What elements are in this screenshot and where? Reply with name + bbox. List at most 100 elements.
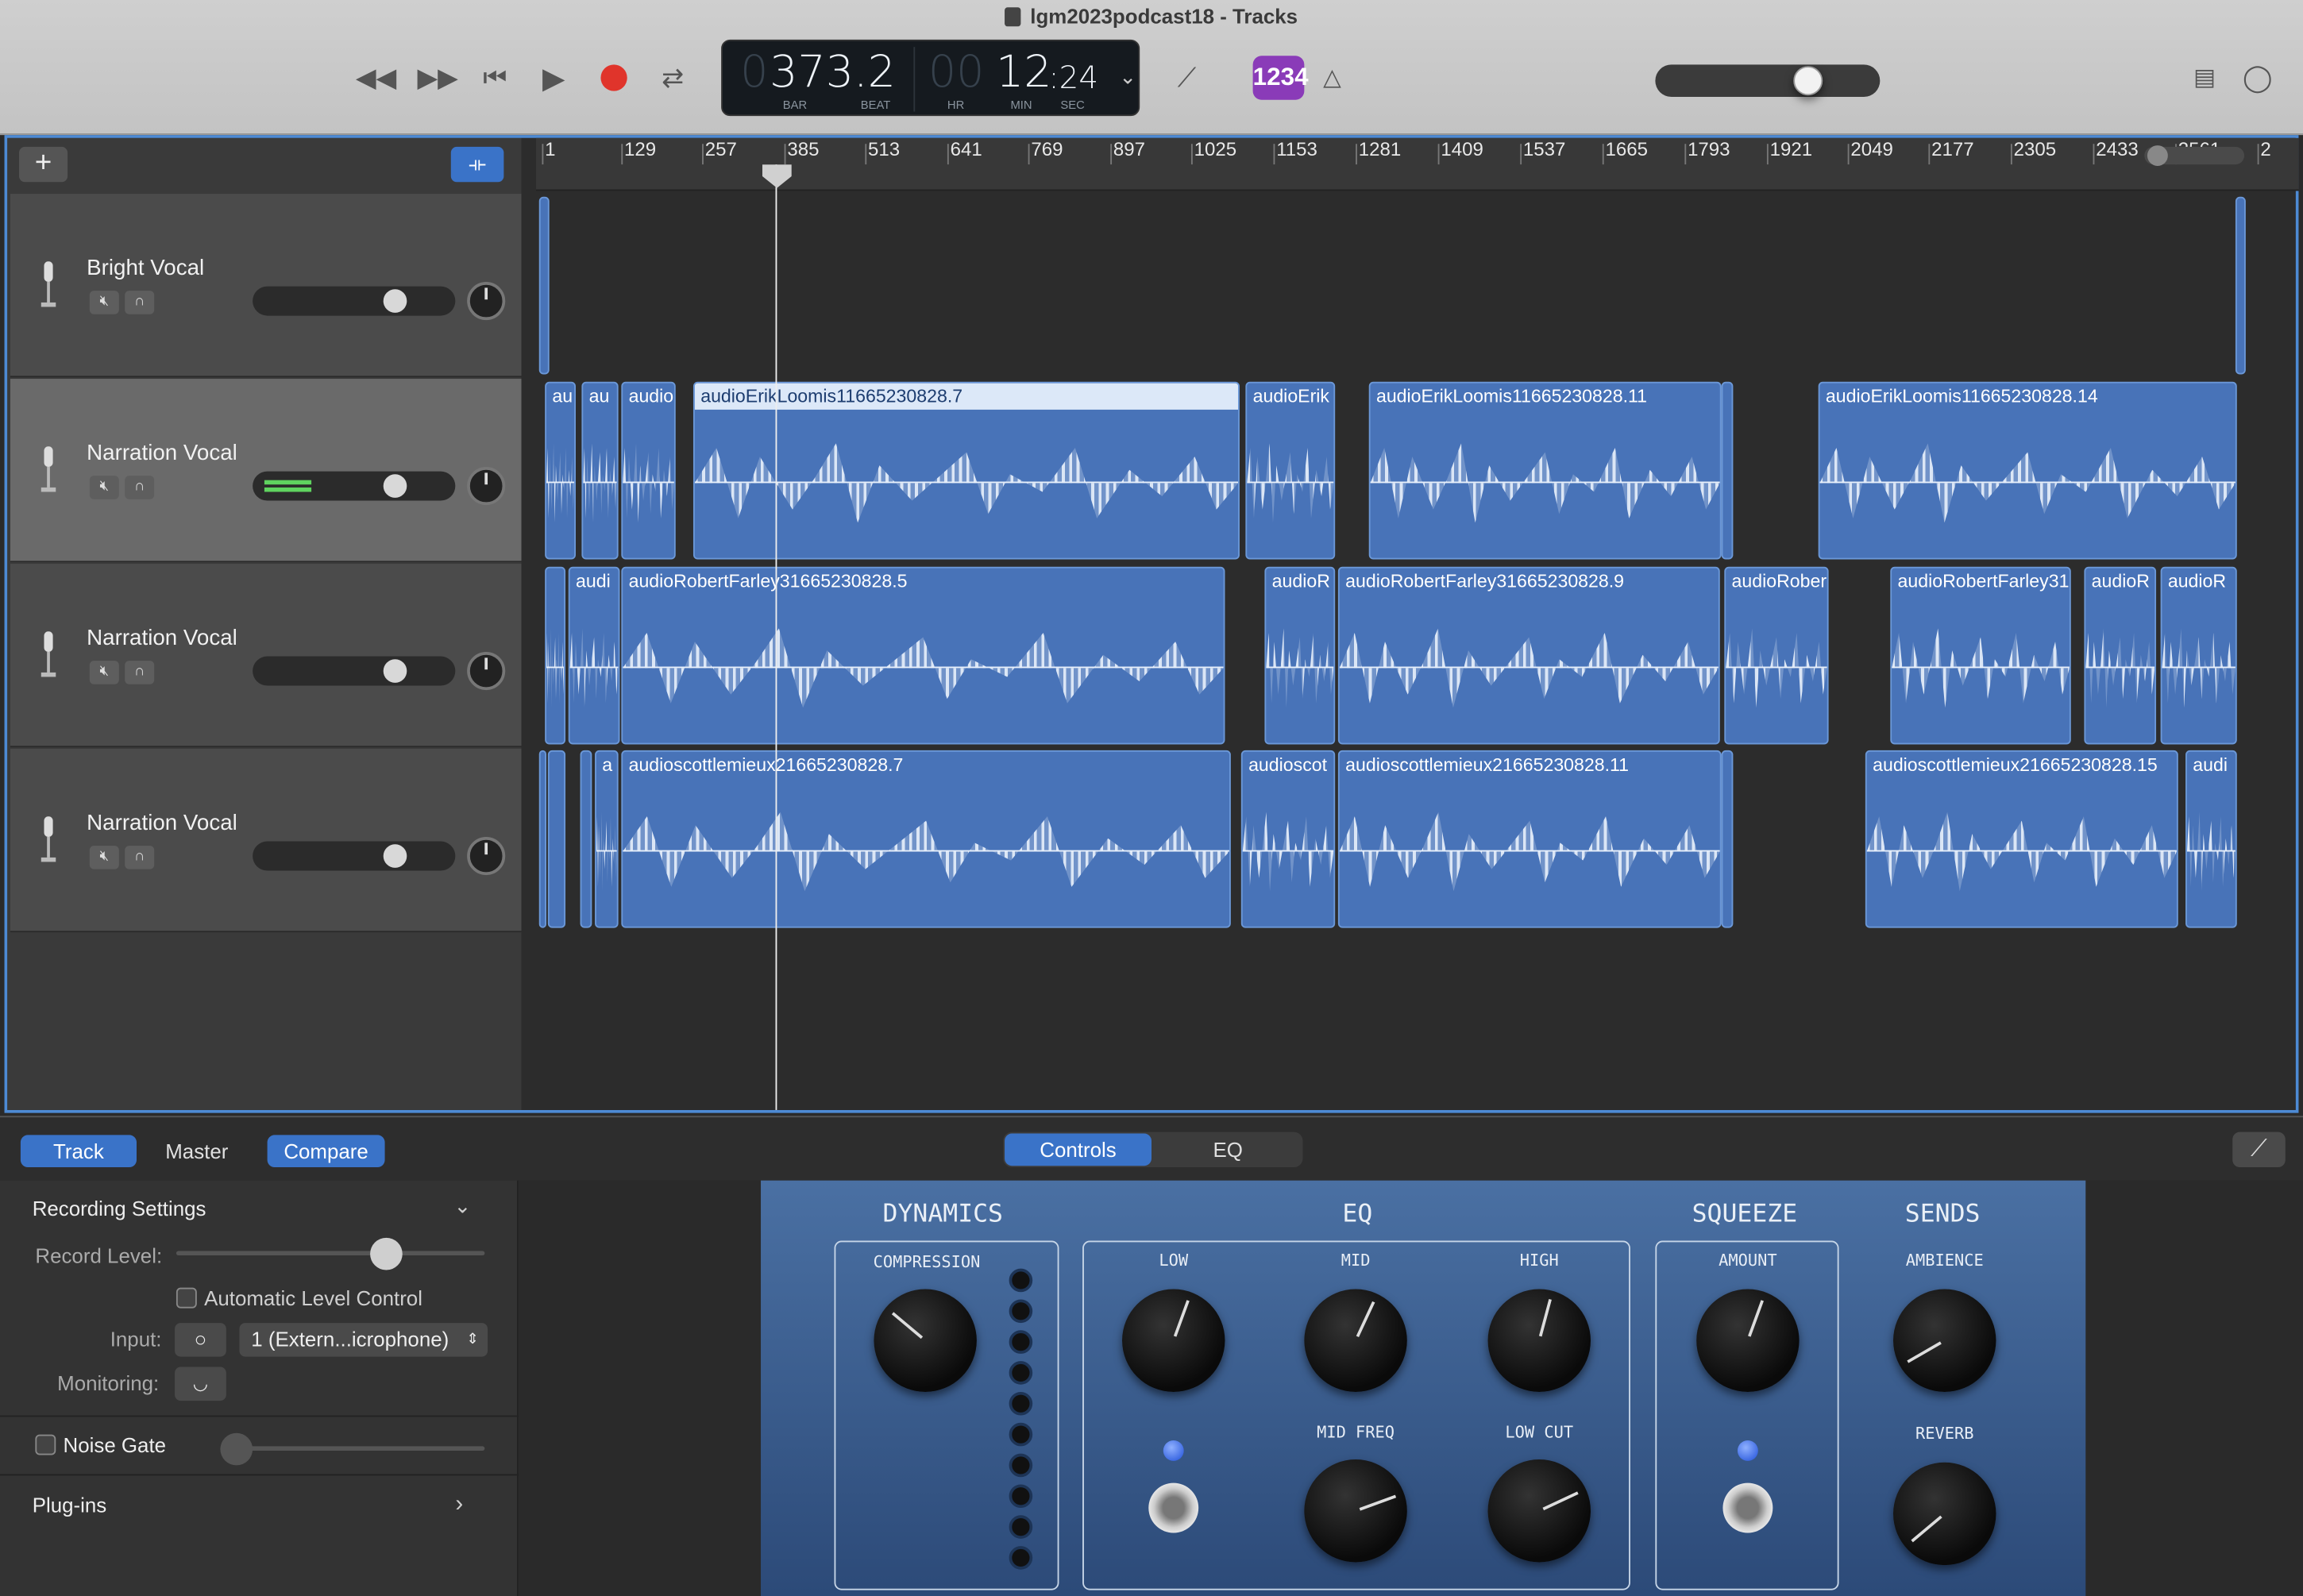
- track-name[interactable]: Narration Vocal: [87, 811, 237, 835]
- mute-button[interactable]: 🔇︎: [89, 291, 119, 314]
- audio-region[interactable]: audioRobertFarley31: [1890, 566, 2071, 745]
- record-level-knob[interactable]: [370, 1237, 403, 1270]
- chevron-down-icon[interactable]: ⌄: [453, 1193, 471, 1218]
- audio-region[interactable]: au: [581, 381, 619, 560]
- low-cut-knob[interactable]: [1487, 1459, 1591, 1563]
- volume-knob[interactable]: [383, 844, 407, 868]
- noise-gate-checkbox[interactable]: [35, 1434, 56, 1455]
- mute-button[interactable]: 🔇︎: [89, 661, 119, 684]
- eq-mid-knob[interactable]: [1304, 1289, 1407, 1392]
- audio-region[interactable]: audioscottlemieux21665230828.7: [621, 750, 1231, 928]
- recording-settings-header[interactable]: Recording Settings: [33, 1197, 206, 1220]
- audio-region[interactable]: audioRobertFarley31665230828.5: [621, 566, 1225, 745]
- mute-button[interactable]: 🔇︎: [89, 846, 119, 869]
- audio-region[interactable]: audioR: [2160, 566, 2237, 745]
- tab-master[interactable]: Master: [140, 1135, 254, 1167]
- smart-tempo-icon[interactable]: ⟛: [450, 146, 504, 183]
- headphones-solo-button[interactable]: ∩: [125, 661, 155, 684]
- track-header-1[interactable]: Bright Vocal 🔇︎ ∩: [10, 194, 522, 378]
- track-header-2[interactable]: Narration Vocal 🔇︎ ∩: [10, 379, 522, 563]
- track-volume-slider[interactable]: [253, 286, 456, 316]
- track-volume-slider[interactable]: [253, 656, 456, 686]
- audio-region[interactable]: [2235, 196, 2246, 375]
- track-volume-slider[interactable]: [253, 471, 456, 501]
- mid-freq-knob[interactable]: [1304, 1459, 1407, 1563]
- audio-region[interactable]: au: [545, 381, 577, 560]
- headphones-solo-button[interactable]: ∩: [125, 476, 155, 499]
- audio-region[interactable]: audioRobertFarley31665230828.9: [1337, 566, 1720, 745]
- rewind-button[interactable]: ◀◀: [354, 56, 398, 99]
- audio-region[interactable]: [1721, 750, 1734, 928]
- chevron-right-icon[interactable]: ›: [455, 1492, 463, 1518]
- compression-knob[interactable]: [874, 1289, 977, 1392]
- audio-region[interactable]: audioscottlemieux21665230828.11: [1337, 750, 1722, 928]
- track-header-3[interactable]: Narration Vocal 🔇︎ ∩: [10, 564, 522, 748]
- metronome-icon[interactable]: △: [1310, 56, 1354, 99]
- audio-region[interactable]: [1721, 381, 1734, 560]
- track-name[interactable]: Narration Vocal: [87, 441, 237, 465]
- eq-high-knob[interactable]: [1487, 1289, 1591, 1392]
- volume-knob[interactable]: [383, 289, 407, 313]
- record-level-slider[interactable]: [176, 1237, 485, 1270]
- audio-region[interactable]: audioscottlemieux21665230828.15: [1865, 750, 2178, 928]
- fast-forward-button[interactable]: ▶▶: [415, 56, 459, 99]
- zoom-slider[interactable]: [2144, 145, 2245, 166]
- pan-knob[interactable]: [467, 652, 506, 691]
- master-volume-slider[interactable]: [1655, 64, 1881, 98]
- audio-region[interactable]: audio: [621, 381, 676, 560]
- input-select[interactable]: 1 (Extern...icrophone) ⇕: [239, 1323, 488, 1357]
- audio-region[interactable]: [545, 566, 566, 745]
- noise-gate-knob[interactable]: [220, 1432, 253, 1466]
- mute-button[interactable]: 🔇︎: [89, 476, 119, 499]
- audio-region[interactable]: audioscot: [1240, 750, 1336, 928]
- loop-browser-icon[interactable]: ◯: [2235, 56, 2279, 99]
- zoom-knob[interactable]: [2147, 145, 2168, 166]
- play-button[interactable]: ▶: [532, 56, 576, 99]
- notepad-icon[interactable]: ▤: [2182, 56, 2226, 99]
- audio-region[interactable]: audioR: [1264, 566, 1336, 745]
- tuner-icon[interactable]: ⟋: [1165, 56, 1209, 99]
- noise-gate-slider[interactable]: [220, 1432, 485, 1466]
- edit-icon[interactable]: ⟋: [2232, 1131, 2286, 1168]
- eq-low-toggle[interactable]: [1148, 1482, 1199, 1533]
- audio-region[interactable]: [547, 750, 566, 928]
- compare-button[interactable]: Compare: [267, 1135, 385, 1168]
- pan-knob[interactable]: [467, 282, 506, 321]
- audio-region[interactable]: [538, 750, 547, 928]
- track-name[interactable]: Narration Vocal: [87, 626, 237, 650]
- tab-controls[interactable]: Controls: [1005, 1133, 1152, 1166]
- audio-region[interactable]: audioErik: [1245, 381, 1336, 560]
- volume-knob[interactable]: [383, 659, 407, 683]
- playhead[interactable]: [775, 164, 777, 1110]
- tab-track[interactable]: Track: [20, 1135, 137, 1168]
- track-volume-slider[interactable]: [253, 841, 456, 871]
- record-button[interactable]: [592, 56, 635, 99]
- go-to-beginning-button[interactable]: ⏮: [473, 56, 517, 99]
- volume-knob[interactable]: [383, 474, 407, 498]
- master-volume-knob[interactable]: [1793, 66, 1823, 96]
- pan-knob[interactable]: [467, 467, 506, 506]
- count-in-button[interactable]: 1234: [1252, 56, 1309, 100]
- headphones-solo-button[interactable]: ∩: [125, 291, 155, 314]
- ambience-knob[interactable]: [1892, 1289, 1996, 1392]
- plugins-header[interactable]: Plug-ins: [33, 1494, 107, 1517]
- headphones-solo-button[interactable]: ∩: [125, 846, 155, 869]
- automatic-level-checkbox[interactable]: [176, 1287, 197, 1309]
- audio-region[interactable]: audioErikLoomis11665230828.11: [1368, 381, 1722, 560]
- audio-region[interactable]: audi: [568, 566, 620, 745]
- audio-region[interactable]: audioErikLoomis11665230828.14: [1818, 381, 2237, 560]
- eq-low-knob[interactable]: [1122, 1289, 1225, 1392]
- audio-region[interactable]: audi: [2185, 750, 2237, 928]
- audio-region[interactable]: [538, 196, 550, 375]
- reverb-knob[interactable]: [1892, 1462, 1996, 1566]
- lcd-mode-chevron-icon[interactable]: ⌄: [1119, 64, 1136, 89]
- track-header-4[interactable]: Narration Vocal 🔇︎ ∩: [10, 749, 522, 933]
- timeline-ruler[interactable]: 1 129 257 385 513 641 769 897 1025 1153 …: [536, 137, 2299, 191]
- input-format-button[interactable]: ○: [175, 1323, 226, 1357]
- monitoring-button[interactable]: ◡: [175, 1367, 226, 1401]
- squeeze-amount-knob[interactable]: [1696, 1289, 1800, 1392]
- add-track-button[interactable]: +: [19, 146, 68, 183]
- pan-knob[interactable]: [467, 837, 506, 876]
- audio-region[interactable]: a: [595, 750, 619, 928]
- audio-region[interactable]: [580, 750, 592, 928]
